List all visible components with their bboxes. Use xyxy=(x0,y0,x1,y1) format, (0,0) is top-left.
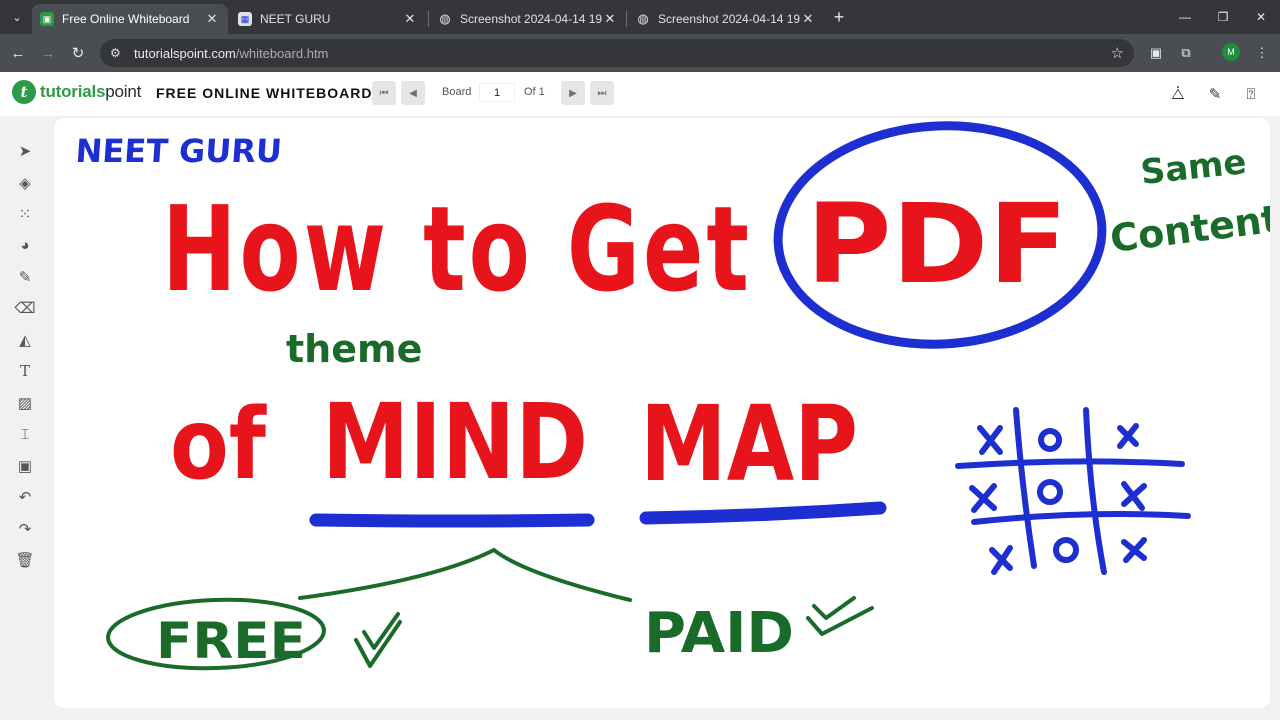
presentation-icon[interactable]: ⌶ xyxy=(14,423,36,445)
grid-dots-icon[interactable]: ⁙ xyxy=(14,203,36,225)
minimize-button[interactable]: — xyxy=(1166,0,1204,34)
map-text: MAP xyxy=(640,383,858,505)
branch-lines xyxy=(298,547,632,602)
neet-guru-text: NEET GURU xyxy=(74,132,283,170)
next-board-button[interactable]: ▶ xyxy=(561,81,585,105)
undo-icon[interactable]: ↶ xyxy=(14,486,36,508)
pdf-text: PDF xyxy=(806,180,1068,308)
free-check-icon xyxy=(354,612,402,668)
mind-text: MIND xyxy=(322,381,588,503)
image-icon[interactable]: ▨ xyxy=(14,392,36,414)
eraser-icon[interactable]: ⌫ xyxy=(14,297,36,319)
close-icon[interactable]: ✕ xyxy=(204,11,220,27)
of-text: of xyxy=(170,388,267,502)
maximize-button[interactable]: ❐ xyxy=(1204,0,1242,34)
redo-icon[interactable]: ↷ xyxy=(14,518,36,540)
free-text: FREE xyxy=(156,612,306,670)
app-header: t tutorialspoint FREE ONLINE WHITEBOARD … xyxy=(0,72,1280,116)
tab-separator xyxy=(626,11,627,27)
board-favicon-icon: ▦ xyxy=(238,12,252,26)
tab-search-icon[interactable]: ⌄ xyxy=(6,6,28,28)
same-text: Same xyxy=(1139,142,1249,193)
globe-icon: ◍ xyxy=(637,11,649,26)
board-label: Board xyxy=(442,86,472,98)
forward-button[interactable]: → xyxy=(36,41,60,65)
menu-dots-icon[interactable]: ⋮ xyxy=(1252,43,1272,63)
tool-sidebar: ➤ ◈ ⁙ ◕ ✎ ⌫ ◭ T ▨ ⌶ ▣ ↶ ↷ 🗑 xyxy=(0,116,50,720)
tutorialspoint-logo[interactable]: t tutorialspoint xyxy=(12,80,141,104)
logo-mark-icon: t xyxy=(12,80,36,104)
tab-title: NEET GURU xyxy=(260,12,331,26)
tab-neet-guru[interactable]: ▦ NEET GURU ✕ xyxy=(230,4,426,34)
board-count-label: Of 1 xyxy=(524,86,545,98)
globe-icon: ◍ xyxy=(439,11,451,26)
tab-separator xyxy=(428,11,429,27)
palette-icon[interactable]: ◕ xyxy=(14,234,36,256)
whiteboard-drawing: NEET GURU How to Get PDF Same Content th… xyxy=(74,121,1270,671)
pencil-icon[interactable]: ✎ xyxy=(14,266,36,288)
browser-toolbar: ← → ↻ ⚙ tutorialspoint.com/whiteboard.ht… xyxy=(0,34,1280,72)
screen-download-icon[interactable]: ▣ xyxy=(14,455,36,477)
mind-underline xyxy=(309,513,595,528)
map-underline xyxy=(639,501,887,525)
close-icon[interactable]: ✕ xyxy=(602,11,618,27)
tab-strip: ⌄ ▣ Free Online Whiteboard ✕ ▦ NEET GURU… xyxy=(0,0,1280,34)
reload-button[interactable]: ↻ xyxy=(66,41,90,65)
logo-text: tutorialspoint xyxy=(40,82,142,101)
help-icon[interactable]: ⍰ xyxy=(1241,84,1261,104)
close-icon[interactable]: ✕ xyxy=(800,11,816,27)
prev-board-button[interactable]: ◀ xyxy=(401,81,425,105)
board-number-input[interactable] xyxy=(480,84,514,101)
extensions-puzzle-icon[interactable]: ⧉ xyxy=(1176,43,1196,63)
tab-screenshot-2[interactable]: ◍ Screenshot 2024-04-14 191904 ✕ xyxy=(628,4,824,34)
select-cursor-icon[interactable]: ➤ xyxy=(14,140,36,162)
bookmark-star-icon[interactable]: ☆ xyxy=(1111,44,1124,62)
shapes-share-icon[interactable]: ⧊ xyxy=(1168,84,1188,104)
whiteboard-favicon-icon: ▣ xyxy=(40,12,54,26)
text-icon[interactable]: T xyxy=(14,360,36,382)
tab-title: Screenshot 2024-04-14 191753 xyxy=(460,12,602,26)
close-icon[interactable]: ✕ xyxy=(402,11,418,27)
trash-icon[interactable]: 🗑 xyxy=(14,549,36,571)
page: t tutorialspoint FREE ONLINE WHITEBOARD … xyxy=(0,72,1280,720)
tab-title: Free Online Whiteboard xyxy=(62,12,190,26)
close-window-button[interactable]: ✕ xyxy=(1242,0,1280,34)
first-board-button[interactable]: ⏮ xyxy=(372,81,396,105)
paid-check-icon xyxy=(806,596,874,636)
address-bar[interactable]: ⚙ tutorialspoint.com/whiteboard.htm ☆ xyxy=(100,39,1134,67)
url-text: tutorialspoint.com/whiteboard.htm xyxy=(134,45,329,61)
back-button[interactable]: ← xyxy=(6,41,30,65)
paid-text: PAID xyxy=(644,601,794,666)
edit-icon[interactable]: ✎ xyxy=(1205,84,1225,104)
extension-icon[interactable]: ▣ xyxy=(1146,43,1166,63)
new-tab-button[interactable]: + xyxy=(828,6,850,28)
theme-text: theme xyxy=(286,327,422,371)
page-title: FREE ONLINE WHITEBOARD xyxy=(156,85,373,101)
layers-icon[interactable]: ◈ xyxy=(14,172,36,194)
site-info-icon[interactable]: ⚙ xyxy=(110,46,130,60)
last-board-button[interactable]: ⏭ xyxy=(590,81,614,105)
tab-screenshot-1[interactable]: ◍ Screenshot 2024-04-14 191753 ✕ xyxy=(430,4,626,34)
content-text: Content xyxy=(1108,197,1270,261)
profile-avatar[interactable]: M xyxy=(1222,43,1240,61)
shapes-icon[interactable]: ◭ xyxy=(14,329,36,351)
tab-free-online-whiteboard[interactable]: ▣ Free Online Whiteboard ✕ xyxy=(32,4,228,34)
tic-tac-toe-marks xyxy=(969,423,1147,575)
whiteboard-canvas[interactable]: NEET GURU How to Get PDF Same Content th… xyxy=(54,118,1270,708)
how-to-get-text: How to Get xyxy=(162,180,752,318)
tab-title: Screenshot 2024-04-14 191904 xyxy=(658,12,800,26)
